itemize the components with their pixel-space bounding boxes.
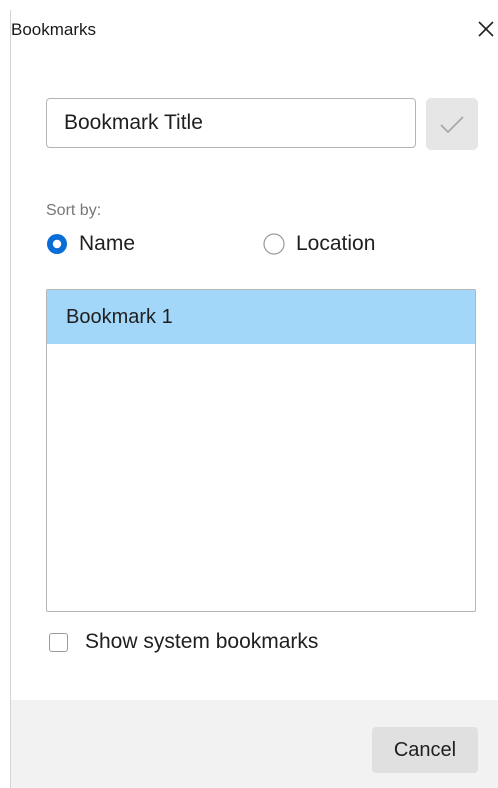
bookmark-list[interactable]: Bookmark 1 <box>46 289 476 612</box>
radio-selected-icon[interactable] <box>46 233 68 255</box>
checkmark-icon <box>440 116 464 134</box>
bookmarks-dialog: Bookmarks Sort by: Name Location Bookmar… <box>10 10 498 788</box>
list-item[interactable]: Bookmark 1 <box>47 290 475 344</box>
show-system-bookmarks-label: Show system bookmarks <box>85 630 319 653</box>
sort-by-label: Sort by: <box>46 202 102 219</box>
sort-by-name-radio[interactable]: Name <box>46 232 135 256</box>
bookmark-title-input[interactable] <box>46 98 416 148</box>
checkbox-box[interactable] <box>49 632 68 652</box>
dialog-footer: Cancel <box>11 700 498 788</box>
show-system-bookmarks-checkbox[interactable]: Show system bookmarks <box>49 630 318 654</box>
close-button[interactable] <box>473 15 498 43</box>
confirm-button[interactable] <box>426 98 478 150</box>
cancel-button[interactable]: Cancel <box>372 727 478 773</box>
sort-by-location-label: Location <box>296 232 376 255</box>
radio-unselected-icon[interactable] <box>263 233 285 255</box>
sort-by-name-label: Name <box>79 232 136 255</box>
close-icon[interactable] <box>473 15 498 43</box>
dialog-title: Bookmarks <box>11 20 97 39</box>
sort-by-location-radio[interactable]: Location <box>263 232 375 256</box>
